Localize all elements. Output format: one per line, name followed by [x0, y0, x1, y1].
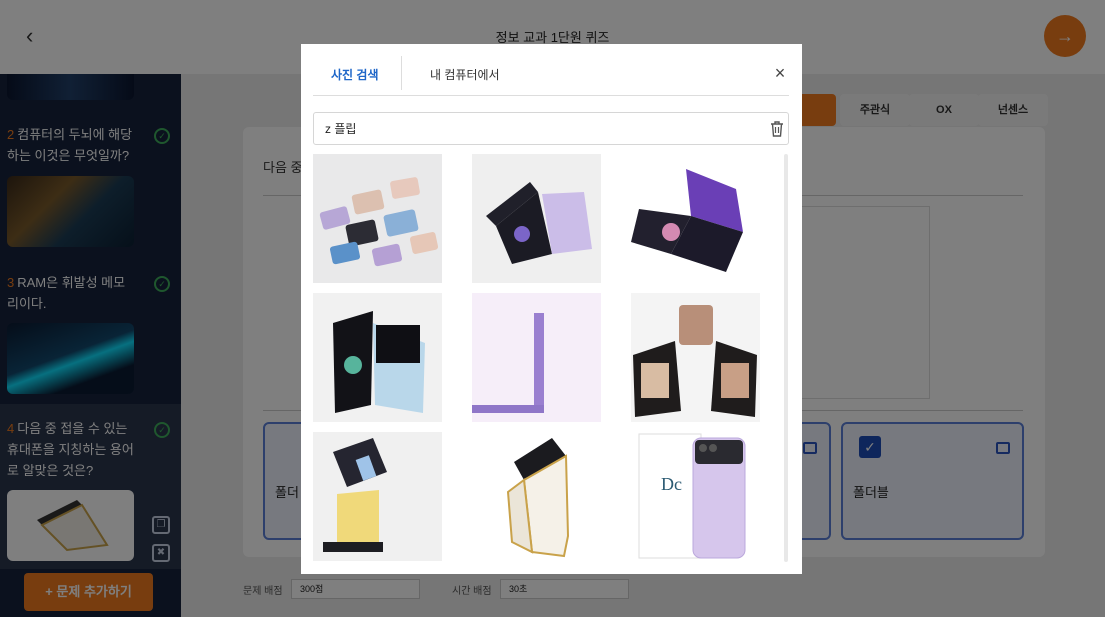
phone-image	[333, 311, 425, 413]
search-field	[313, 112, 789, 145]
svg-text:Dc: Dc	[661, 474, 682, 494]
phone-image	[631, 169, 743, 272]
phone-image	[319, 177, 439, 267]
results-scrollbar[interactable]	[784, 154, 788, 562]
tab-photo-search[interactable]: 사진 검색	[331, 66, 379, 83]
image-search-modal: 사진 검색 내 컴퓨터에서 × z 플립 Dc	[301, 44, 802, 574]
tab-separator	[401, 56, 402, 90]
result-flip-bronze-pair[interactable]	[631, 293, 760, 422]
result-flip-color-grid[interactable]	[313, 154, 442, 283]
search-input[interactable]	[314, 113, 754, 144]
result-flip-yellow-stand[interactable]	[313, 432, 442, 561]
tab-my-computer[interactable]: 내 컴퓨터에서	[430, 66, 500, 83]
phone-image: Dc	[638, 433, 746, 559]
result-flip-case-box[interactable]: Dc	[631, 432, 760, 561]
result-flip-purple-flower[interactable]	[631, 154, 760, 283]
phone-image	[472, 293, 601, 422]
result-flip-purple-side[interactable]	[472, 293, 601, 422]
phone-image	[486, 182, 592, 264]
divider	[313, 95, 789, 96]
search-results-grid: Dc	[313, 154, 793, 574]
result-flip-black-blue[interactable]	[313, 293, 442, 422]
phone-image	[506, 438, 570, 558]
phone-image	[323, 438, 387, 552]
result-flip-white-gold[interactable]	[472, 432, 601, 561]
result-flip-lavender-open[interactable]	[472, 154, 601, 283]
phone-image	[633, 305, 757, 417]
close-icon[interactable]: ×	[771, 64, 789, 82]
trash-icon[interactable]	[769, 120, 785, 138]
